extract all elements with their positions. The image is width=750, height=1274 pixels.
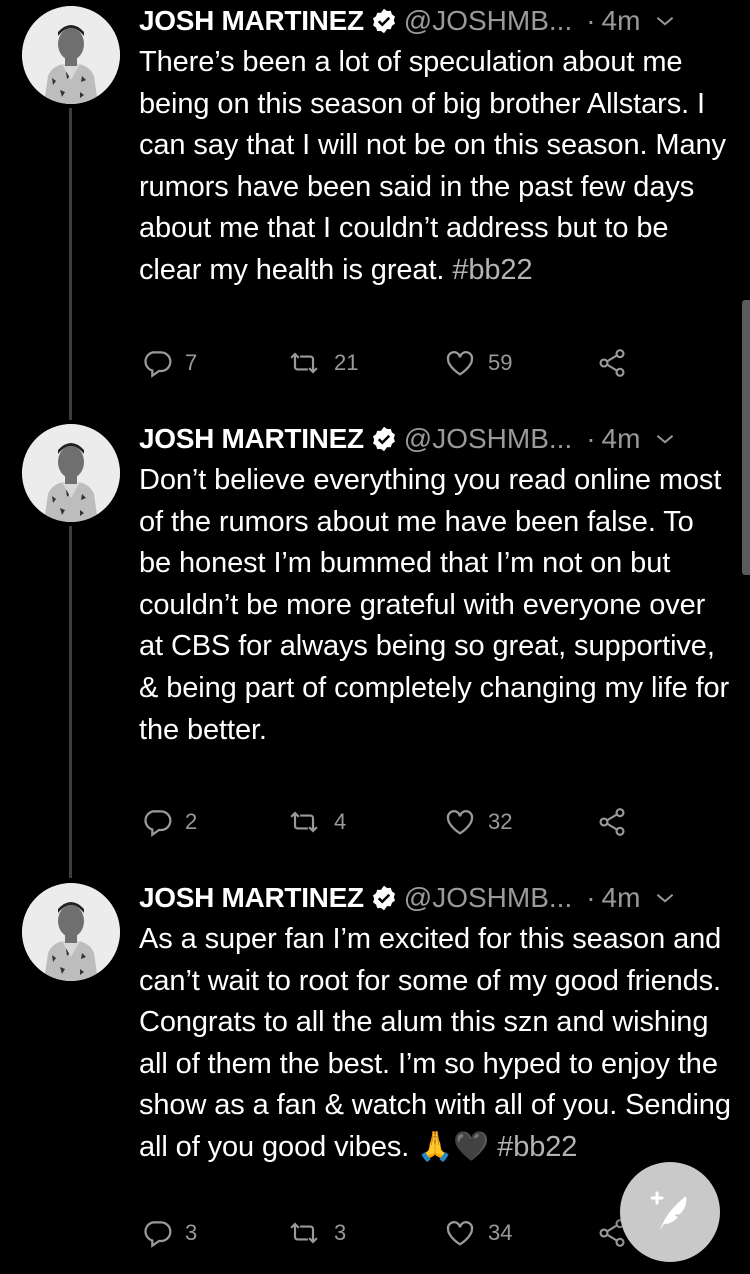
reply-count: 3	[185, 1220, 198, 1245]
reply-button[interactable]: 3	[141, 1217, 197, 1249]
compose-tweet-button[interactable]	[620, 1162, 720, 1262]
tweet-text: There’s been a lot of speculation about …	[139, 42, 731, 292]
heart-icon	[446, 351, 474, 376]
compose-tweet-icon	[650, 1191, 687, 1230]
retweet-count: 21	[334, 350, 359, 375]
like-count: 59	[488, 350, 513, 375]
share-icon	[599, 808, 625, 836]
heart-icon	[446, 810, 474, 835]
retweet-icon	[290, 1222, 318, 1244]
author-name[interactable]: JOSH MARTINEZ	[139, 5, 364, 37]
reply-count: 2	[185, 809, 198, 834]
separator-dot: ·	[586, 5, 596, 36]
tweet-header: JOSH MARTINEZ @JOSHMB... · 4m	[139, 420, 731, 458]
tweet-text-body: Don’t believe everything you read online…	[139, 464, 730, 746]
avatar[interactable]	[22, 424, 120, 522]
tweet-time: 4m	[601, 423, 641, 454]
hashtag-link[interactable]: #bb22	[497, 1131, 577, 1163]
like-button[interactable]: 59	[444, 347, 512, 379]
chevron-down-icon[interactable]	[652, 8, 678, 34]
chevron-down-icon[interactable]	[652, 426, 678, 452]
reply-count: 7	[185, 350, 198, 375]
reply-button[interactable]: 2	[141, 806, 197, 838]
author-handle[interactable]: @JOSHMB...	[404, 5, 572, 37]
heart-icon	[446, 1221, 474, 1246]
tweet-time: 4m	[601, 882, 641, 913]
tweet-text: Don’t believe everything you read online…	[139, 460, 731, 751]
retweet-button[interactable]: 3	[286, 1217, 346, 1249]
author-handle[interactable]: @JOSHMB...	[404, 882, 572, 914]
like-count: 32	[488, 809, 513, 834]
tweet[interactable]: JOSH MARTINEZ @JOSHMB... · 4m Don’t beli…	[0, 418, 750, 858]
tweet-actions: 2 4 32	[141, 806, 641, 846]
tweet-text: As a super fan I’m excited for this seas…	[139, 919, 731, 1169]
chevron-down-icon[interactable]	[652, 885, 678, 911]
share-button[interactable]	[596, 806, 628, 838]
retweet-count: 4	[334, 809, 347, 834]
reply-icon	[144, 351, 172, 378]
reply-icon	[144, 810, 172, 837]
like-count: 34	[488, 1220, 513, 1245]
like-button[interactable]: 32	[444, 806, 512, 838]
tweet-text-body: There’s been a lot of speculation about …	[139, 46, 726, 286]
reply-button[interactable]: 7	[141, 347, 197, 379]
retweet-icon	[290, 811, 318, 833]
tweet-time: 4m	[601, 5, 641, 36]
author-handle[interactable]: @JOSHMB...	[404, 423, 572, 455]
verified-badge-icon	[372, 8, 395, 34]
share-button[interactable]	[596, 347, 628, 379]
verified-badge-icon	[372, 426, 395, 452]
reply-icon	[144, 1221, 172, 1248]
tweet-actions: 3 3 34	[141, 1217, 641, 1257]
tweet-text-body: As a super fan I’m excited for this seas…	[139, 923, 731, 1163]
separator-dot: ·	[586, 882, 596, 913]
tweet-actions: 7 21 59	[141, 347, 641, 387]
verified-badge-icon	[372, 885, 395, 911]
share-icon	[599, 349, 625, 377]
retweet-button[interactable]: 21	[286, 347, 358, 379]
author-name[interactable]: JOSH MARTINEZ	[139, 423, 364, 455]
retweet-icon	[290, 352, 318, 374]
scrollbar[interactable]	[742, 300, 750, 575]
author-name[interactable]: JOSH MARTINEZ	[139, 882, 364, 914]
separator-dot: ·	[586, 423, 596, 454]
tweet[interactable]: JOSH MARTINEZ @JOSHMB... · 4m There’s be…	[0, 0, 750, 400]
tweet-header: JOSH MARTINEZ @JOSHMB... · 4m	[139, 2, 731, 40]
avatar[interactable]	[22, 883, 120, 981]
avatar[interactable]	[22, 6, 120, 104]
retweet-button[interactable]: 4	[286, 806, 346, 838]
hashtag-link[interactable]: #bb22	[452, 254, 532, 286]
tweet-header: JOSH MARTINEZ @JOSHMB... · 4m	[139, 879, 731, 917]
like-button[interactable]: 34	[444, 1217, 512, 1249]
retweet-count: 3	[334, 1220, 347, 1245]
